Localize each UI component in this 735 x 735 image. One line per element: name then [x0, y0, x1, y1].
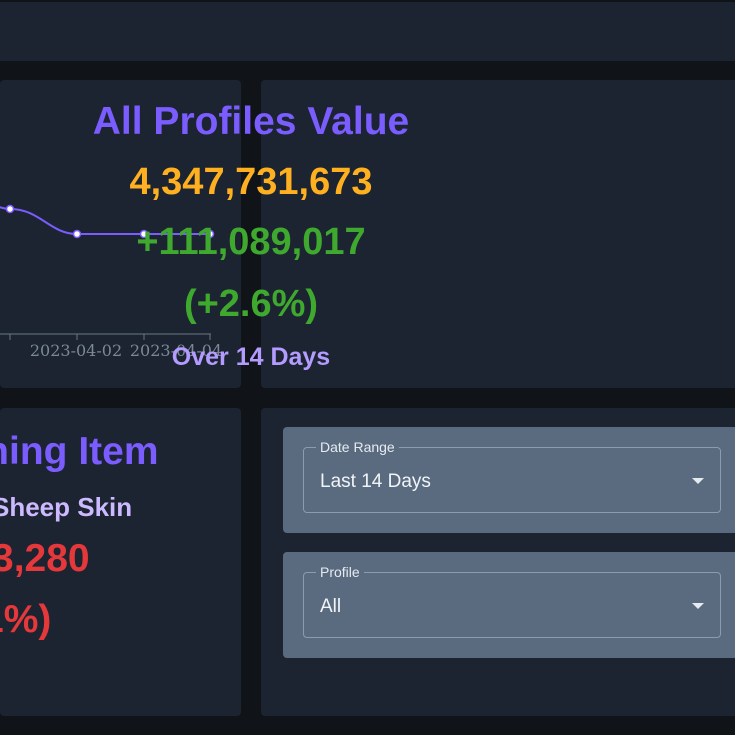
date-range-panel: Date Range Last 14 Days	[283, 427, 735, 533]
date-range-value: Last 14 Days	[320, 471, 431, 492]
profile-label: Profile	[316, 564, 364, 580]
top-item-change-pct: 1%)	[0, 598, 52, 641]
all-profiles-value-change-pct: (+2.6%)	[183, 283, 319, 325]
dropdown-arrow-icon[interactable]	[692, 478, 704, 484]
date-range-select[interactable]: Date Range Last 14 Days	[303, 439, 721, 513]
all-profiles-value-title: All Profiles Value	[92, 100, 410, 143]
top-item-change: 3,280	[0, 537, 90, 580]
data-point-2023-04-01[interactable]	[5, 204, 15, 214]
top-item-title: rning Item	[0, 430, 159, 473]
date-range-label: Date Range	[316, 439, 399, 455]
value-period-label: Over 14 Days	[171, 343, 331, 371]
dropdown-arrow-icon[interactable]	[692, 603, 704, 609]
top-item-name: Sheep Skin	[0, 492, 133, 522]
profile-panel: Profile All	[283, 552, 735, 658]
profile-value: All	[320, 596, 342, 617]
profile-select[interactable]: Profile All	[303, 564, 721, 638]
all-profiles-value-total: 4,347,731,673	[129, 161, 373, 203]
all-profiles-value-change: +111,089,017	[136, 221, 366, 263]
